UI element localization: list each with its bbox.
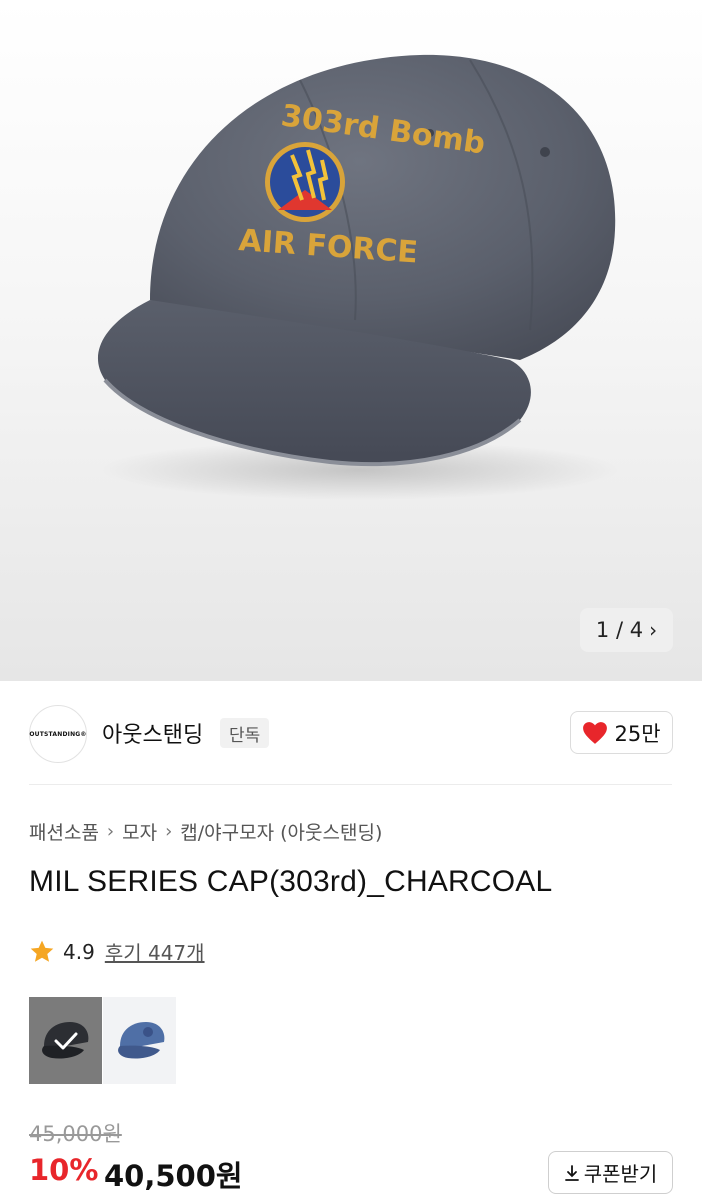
image-counter-text: 1 / 4: [595, 618, 644, 642]
like-count: 25만: [614, 721, 661, 746]
star-icon: [30, 940, 54, 962]
coupon-download-button[interactable]: 쿠폰받기: [548, 1151, 673, 1194]
breadcrumb-item-fashion-accessories[interactable]: 패션소품: [29, 818, 99, 845]
breadcrumb-item-cap[interactable]: 캡/야구모자 (아웃스탠딩): [180, 818, 382, 845]
color-option-blue[interactable]: [103, 997, 176, 1084]
rating-score: 4.9: [63, 939, 95, 964]
product-title: MIL SERIES CAP(303rd)_CHARCOAL: [29, 865, 553, 898]
product-image-gallery[interactable]: 303rd Bomb AIR FORCE 1 / 4 ›: [0, 0, 702, 681]
exclusive-badge: 단독: [220, 718, 270, 748]
cap-thumbnail: [117, 1021, 164, 1059]
chevron-right-icon: ›: [106, 821, 115, 842]
chevron-right-icon: ›: [165, 821, 173, 842]
original-price: 45,000원: [29, 1122, 122, 1146]
cap-image: 303rd Bomb AIR FORCE: [97, 54, 620, 500]
check-icon: [54, 1032, 77, 1049]
coupon-label: 쿠폰받기: [583, 1162, 658, 1186]
chevron-right-icon[interactable]: ›: [649, 620, 657, 640]
image-counter[interactable]: 1 / 4 ›: [580, 608, 673, 652]
brand-name[interactable]: 아웃스탠딩: [102, 717, 203, 749]
divider: [29, 784, 672, 785]
discount-rate: 10%: [29, 1153, 99, 1187]
sale-price: 40,500원: [104, 1159, 243, 1193]
color-option-charcoal[interactable]: [29, 997, 102, 1084]
breadcrumb-item-hats[interactable]: 모자: [122, 818, 157, 845]
download-icon: [564, 1164, 579, 1181]
heart-icon: [583, 721, 608, 744]
like-button[interactable]: 25만: [570, 711, 673, 754]
brand-logo-text: OUTSTANDING®: [29, 730, 87, 738]
brand-logo[interactable]: OUTSTANDING®: [29, 705, 87, 763]
rating: 4.9 후기 447개: [29, 937, 205, 966]
review-count-link[interactable]: 후기 447개: [105, 937, 205, 966]
breadcrumb: 패션소품 › 모자 › 캡/야구모자 (아웃스탠딩): [29, 818, 382, 845]
